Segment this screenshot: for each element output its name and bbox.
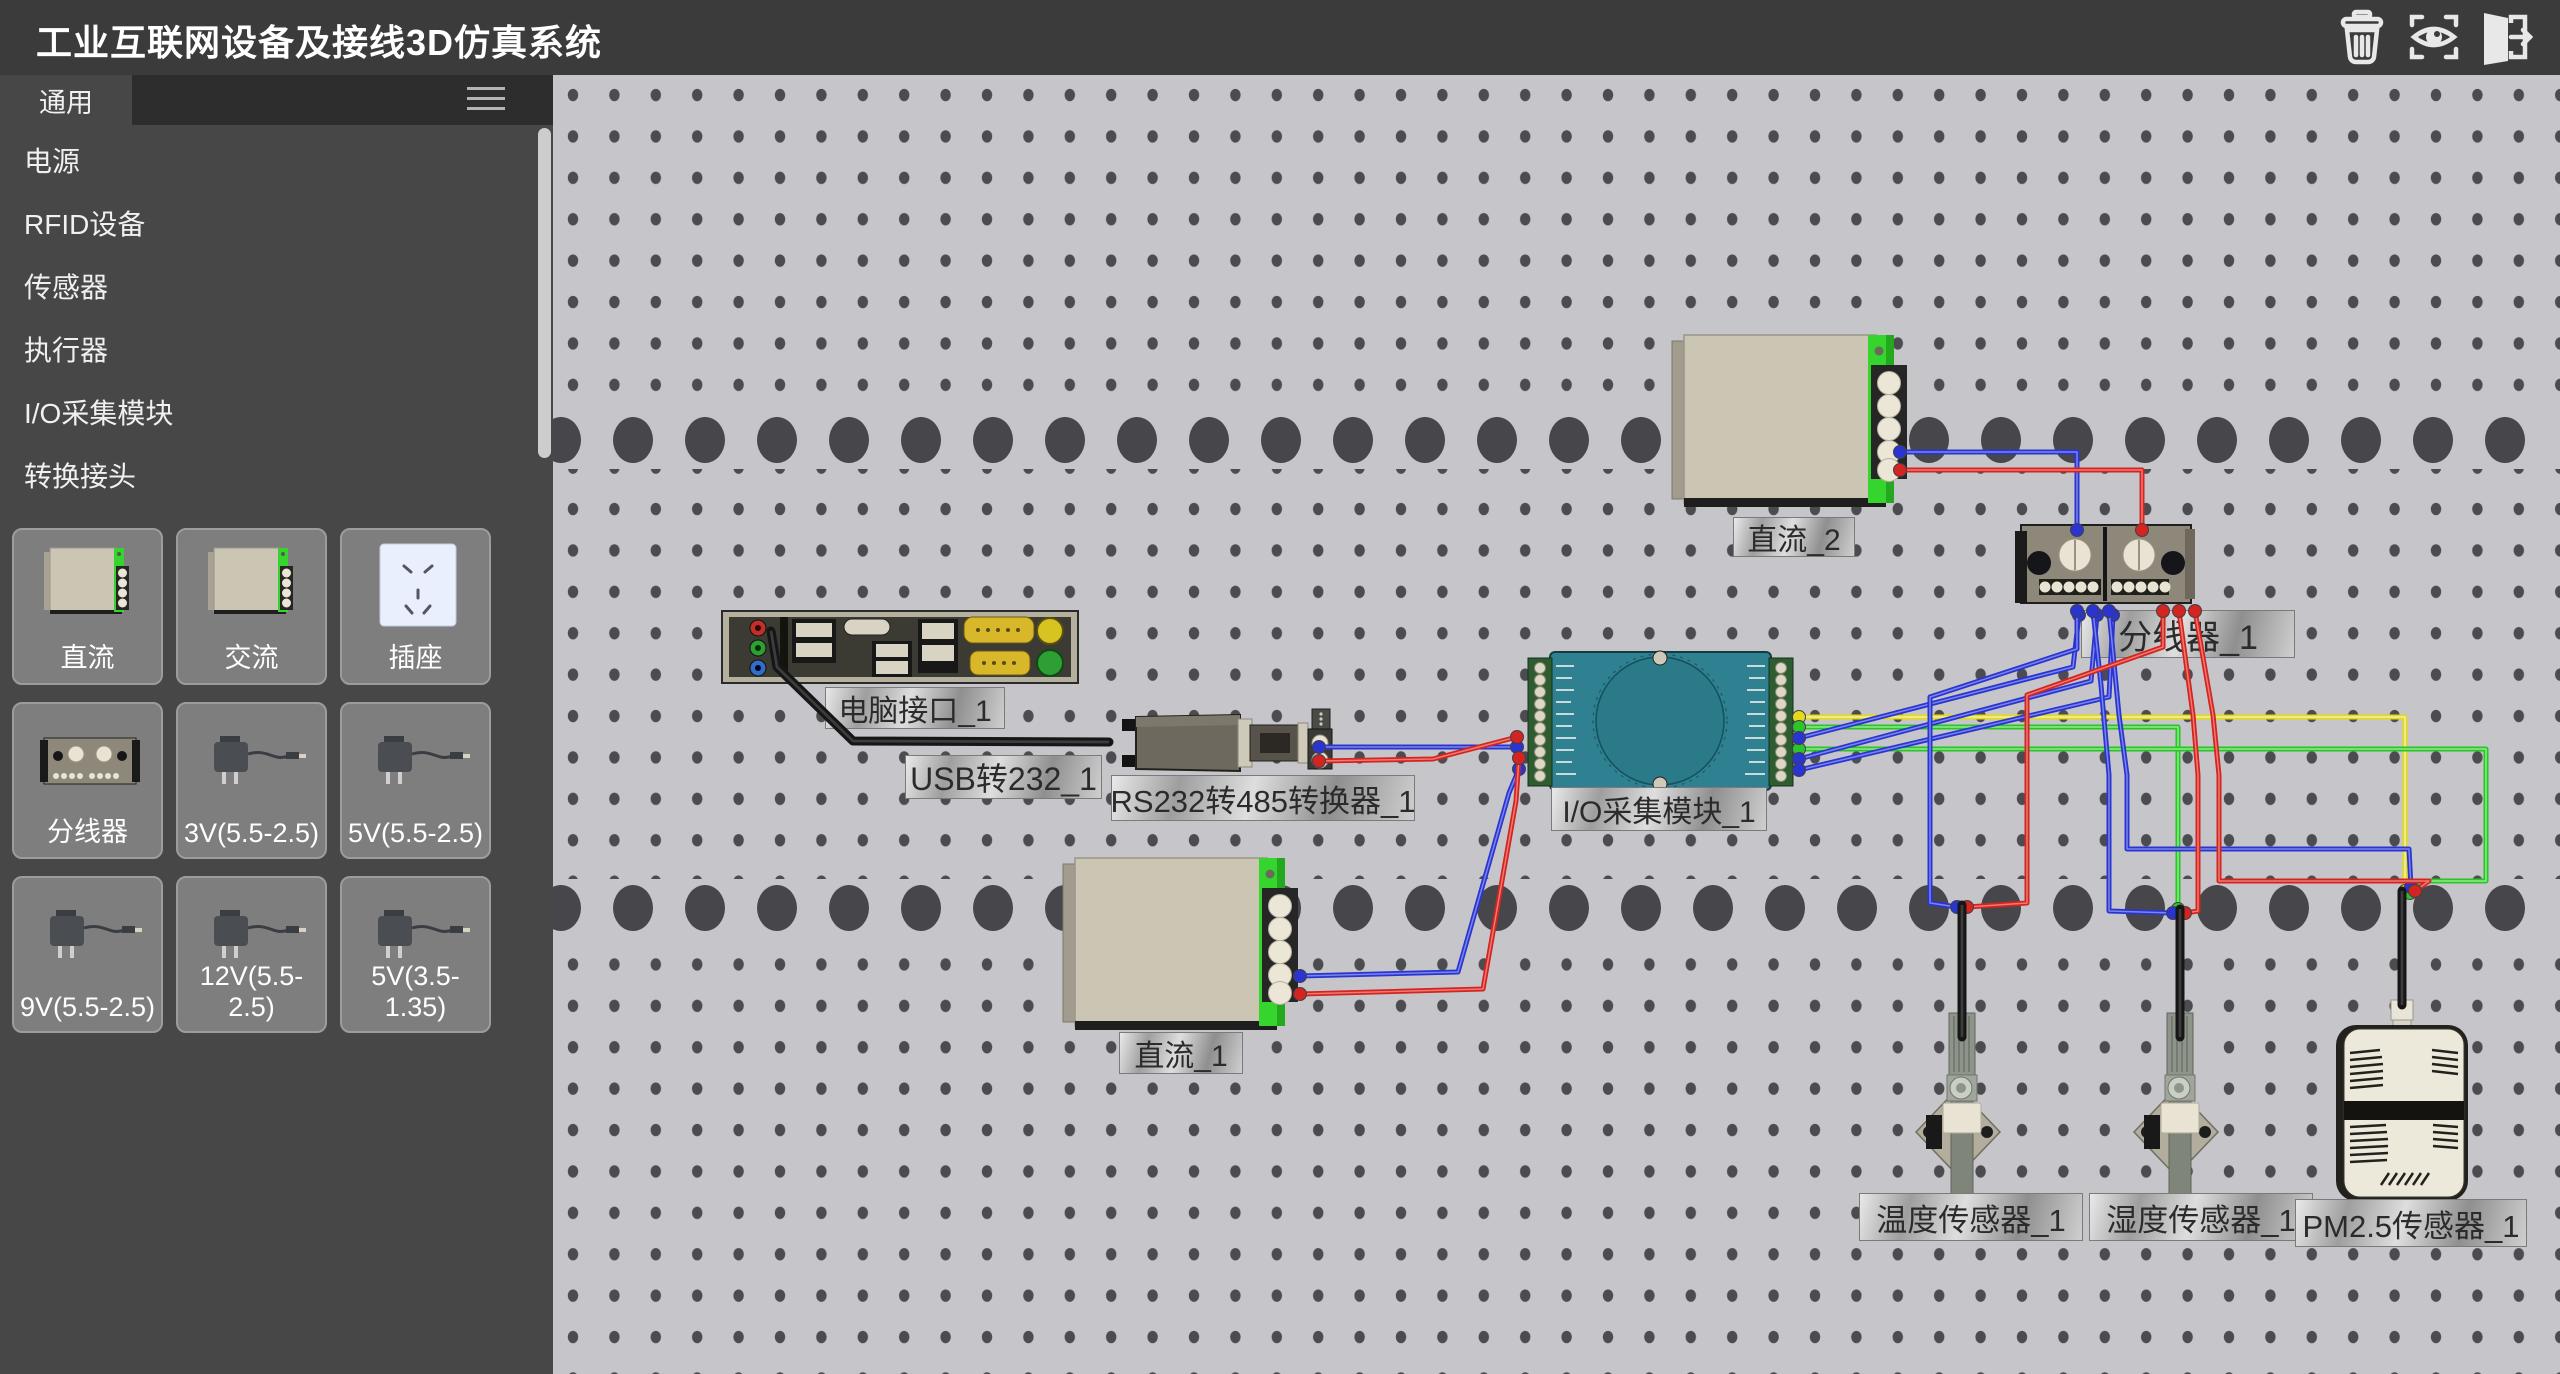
adapter-thumb-icon [14,884,161,988]
simulation-canvas[interactable]: 直流_2 分线器_1 电脑接口_1 USB转232_1RS232转485转换器_1 I/… [553,75,2560,1374]
card-0[interactable]: 直流 [12,528,163,685]
exit-icon[interactable] [2478,9,2534,65]
card-label: 5V(3.5-1.35) [342,961,489,1023]
sidebar-item-0[interactable]: 电源 [0,130,553,193]
sidebar-item-1[interactable]: RFID设备 [0,193,553,256]
menu-icon[interactable] [467,87,505,113]
label-usb-232-1: USB转232_1 [905,755,1102,799]
label-fenxianqi-1: 分线器_1 [2081,610,2295,658]
category-list: 电源RFID设备传感器执行器I/O采集模块转换接头 [0,130,553,508]
card-5[interactable]: 5V(5.5-2.5) [340,702,491,859]
device-pc-port-1[interactable] [722,611,1078,683]
psu-thumb-icon [14,536,161,640]
label-rs232-485-1: RS232转485转换器_1 [1111,775,1415,821]
page-title: 工业互联网设备及接线3D仿真系统 [36,14,602,66]
component-sidebar: 通用 电源RFID设备传感器执行器I/O采集模块转换接头 直流交流插座分线器 3V… [0,75,553,1374]
label-pc-port-1: 电脑接口_1 [825,687,1005,729]
sidebar-tab-bar: 通用 [0,75,553,125]
sidebar-item-2[interactable]: 传感器 [0,256,553,319]
card-3[interactable]: 分线器 [12,702,163,859]
card-label: 交流 [178,636,325,675]
label-humidity-sensor-1: 湿度传感器_1 [2089,1193,2313,1241]
sidebar-scrollbar[interactable] [538,128,551,458]
card-label: 插座 [342,636,489,675]
card-8[interactable]: 5V(3.5-1.35) [340,876,491,1033]
label-io-module-1: I/O采集模块_1 [1551,787,1767,831]
tab-general[interactable]: 通用 [0,75,132,125]
card-7[interactable]: 12V(5.5-2.5) [176,876,327,1033]
label-pm25-sensor-1: PM2.5传感器_1 [2295,1199,2527,1247]
view-icon[interactable] [2406,9,2462,65]
socket-thumb-icon [342,536,489,640]
card-label: 5V(5.5-2.5) [342,818,489,849]
card-label: 3V(5.5-2.5) [178,818,325,849]
card-1[interactable]: 交流 [176,528,327,685]
card-label: 9V(5.5-2.5) [14,992,161,1023]
label-dc-1: 直流_1 [1119,1032,1243,1074]
label-temp-sensor-1: 温度传感器_1 [1859,1193,2083,1241]
device-io-module-1[interactable] [1528,651,1793,791]
title-bar: 工业互联网设备及接线3D仿真系统 [0,0,2560,75]
sidebar-item-3[interactable]: 执行器 [0,319,553,382]
app-window: 工业互联网设备及接线3D仿真系统 [0,0,2560,1374]
card-label: 12V(5.5-2.5) [178,961,325,1023]
trash-icon[interactable] [2334,9,2390,65]
card-label: 分线器 [14,810,161,849]
splitter-thumb-icon [14,710,161,814]
card-4[interactable]: 3V(5.5-2.5) [176,702,327,859]
psu-thumb-icon [178,536,325,640]
sidebar-item-4[interactable]: I/O采集模块 [0,382,553,445]
device-splitter-1[interactable] [2015,525,2195,603]
component-card-grid: 直流交流插座分线器 3V(5.5-2.5) 5V(5.5-2.5) 9V(5.5-2.… [0,528,565,1033]
card-2[interactable]: 插座 [340,528,491,685]
label-dc-2: 直流_2 [1733,517,1855,557]
card-6[interactable]: 9V(5.5-2.5) [12,876,163,1033]
sidebar-item-5[interactable]: 转换接头 [0,445,553,508]
device-dc-2[interactable] [1672,335,1907,507]
device-pm25-sensor-1[interactable] [2336,1000,2468,1201]
adapter-thumb-icon [178,710,325,814]
adapter-thumb-icon [342,710,489,814]
card-label: 直流 [14,636,161,675]
device-dc-1[interactable] [1063,858,1298,1030]
